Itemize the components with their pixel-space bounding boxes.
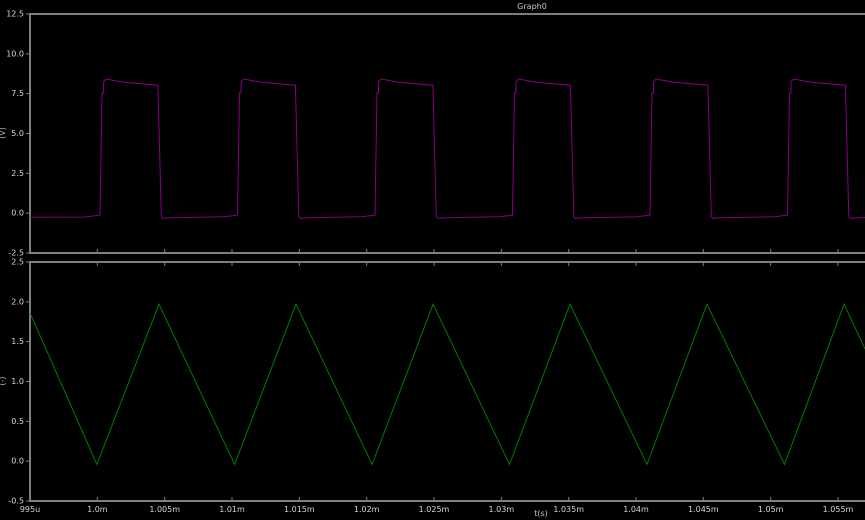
x-tick-label: 1.025m — [419, 505, 450, 514]
square-wave-output-trace — [30, 79, 865, 218]
graph-window: Graph0 (V) (-) t(s) 12.5 10.0 7.5 5.0 2.5 0.0… — [0, 0, 865, 520]
y-tick-label: 0.5 — [11, 417, 24, 426]
y-tick-label: 0.0 — [11, 457, 24, 466]
x-tick-label: 1.045m — [688, 505, 719, 514]
chart-content: 12.510.07.55.02.50.0-2.52.52.01.51.00.50… — [6, 10, 865, 515]
x-tick-label: 1.055m — [823, 505, 854, 514]
y-tick-label: 1.5 — [11, 337, 24, 346]
y-tick-label: 0.0 — [11, 209, 24, 218]
y-tick-label: 2.0 — [11, 297, 24, 306]
y-tick-label: 2.5 — [11, 169, 24, 178]
x-tick-label: 995u — [20, 505, 40, 514]
x-tick-label: 1.005m — [149, 505, 180, 514]
x-tick-label: 1.0m — [87, 505, 108, 514]
y-tick-label: 1.0 — [11, 377, 24, 386]
y-tick-label: 12.5 — [6, 10, 24, 19]
x-tick-label: 1.03m — [489, 505, 515, 514]
triangle-wave-trace — [30, 304, 865, 464]
y-tick-label: -2.5 — [8, 249, 24, 258]
y-tick-label: 5.0 — [11, 129, 24, 138]
y-tick-label: 10.0 — [6, 49, 24, 58]
y-tick-label: 7.5 — [11, 89, 24, 98]
bottom-panel-unit-label: (-) — [0, 376, 7, 385]
x-axis-label: t(s) — [534, 509, 548, 518]
graph-title: Graph0 — [517, 2, 547, 11]
x-tick-label: 1.015m — [284, 505, 315, 514]
y-tick-label: 2.5 — [11, 258, 24, 267]
x-tick-label: 1.01m — [219, 505, 245, 514]
x-tick-label: 1.05m — [758, 505, 784, 514]
top-panel-unit-label: (V) — [0, 127, 7, 139]
x-tick-label: 1.04m — [623, 505, 649, 514]
x-tick-label: 1.035m — [553, 505, 584, 514]
waveform-chart: Graph0 (V) (-) t(s) 12.5 10.0 7.5 5.0 2.5 0.0… — [0, 0, 865, 520]
x-tick-label: 1.02m — [354, 505, 380, 514]
